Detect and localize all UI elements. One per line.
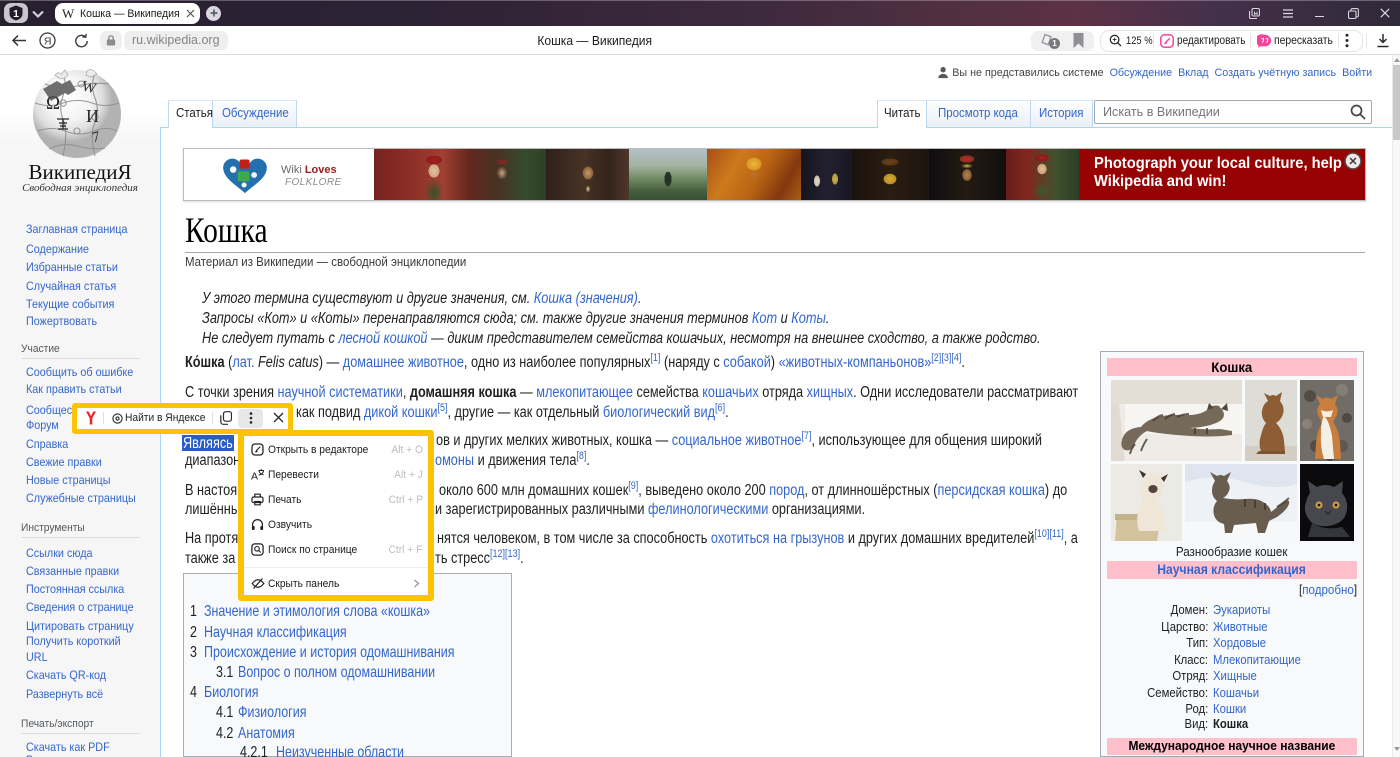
svg-text:1: 1: [13, 8, 19, 20]
svg-text:A: A: [251, 471, 258, 482]
svg-text:Я: Я: [44, 35, 52, 47]
svg-text:Ω: Ω: [46, 93, 60, 114]
svg-text:И: И: [86, 106, 99, 126]
